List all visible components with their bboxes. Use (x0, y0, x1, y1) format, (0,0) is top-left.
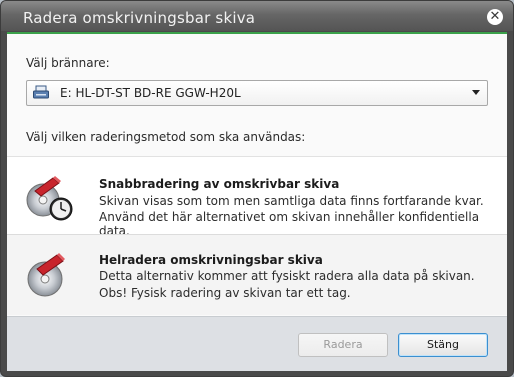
chevron-down-icon[interactable] (472, 90, 480, 95)
close-icon[interactable]: ✕ (487, 9, 503, 25)
erase-button[interactable]: Radera (298, 333, 388, 357)
burner-select[interactable]: E: HL-DT-ST BD-RE GGW-H20L (26, 80, 488, 106)
full-erase-desc-line1: Detta alternativ kommer att fysiskt rade… (99, 269, 475, 283)
drive-icon (33, 85, 49, 99)
full-erase-option[interactable]: Helradera omskrivningsbar skiva Detta al… (7, 234, 507, 315)
dialog-content: Välj brännare: E: HL-DT-ST BD-RE GGW-H20… (7, 34, 507, 316)
full-erase-disc-icon (27, 253, 65, 297)
full-erase-title: Helradera omskrivningsbar skiva (99, 253, 323, 267)
close-button[interactable]: Stäng (398, 333, 488, 357)
quick-erase-title: Snabbradering av omskrivbar skiva (99, 177, 340, 191)
button-bar: Radera Stäng (7, 316, 507, 371)
window-title: Radera omskrivningsbar skiva (23, 9, 256, 27)
quick-erase-option[interactable]: Snabbradering av omskrivbar skiva Skivan… (7, 156, 507, 238)
dialog-window: Radera omskrivningsbar skiva ✕ Välj brän… (0, 0, 514, 377)
burner-selected-value: E: HL-DT-ST BD-RE GGW-H20L (60, 86, 241, 100)
burner-label: Välj brännare: (26, 56, 110, 70)
full-erase-desc-line2: Obs! Fysisk radering av skivan tar ett t… (99, 286, 351, 300)
quick-erase-disc-icon (26, 176, 73, 221)
title-bar[interactable]: Radera omskrivningsbar skiva ✕ (1, 1, 513, 31)
quick-erase-desc-line1: Skivan visas som tom men samtliga data f… (99, 194, 484, 208)
method-label: Välj vilken raderingsmetod som ska använ… (26, 130, 306, 144)
